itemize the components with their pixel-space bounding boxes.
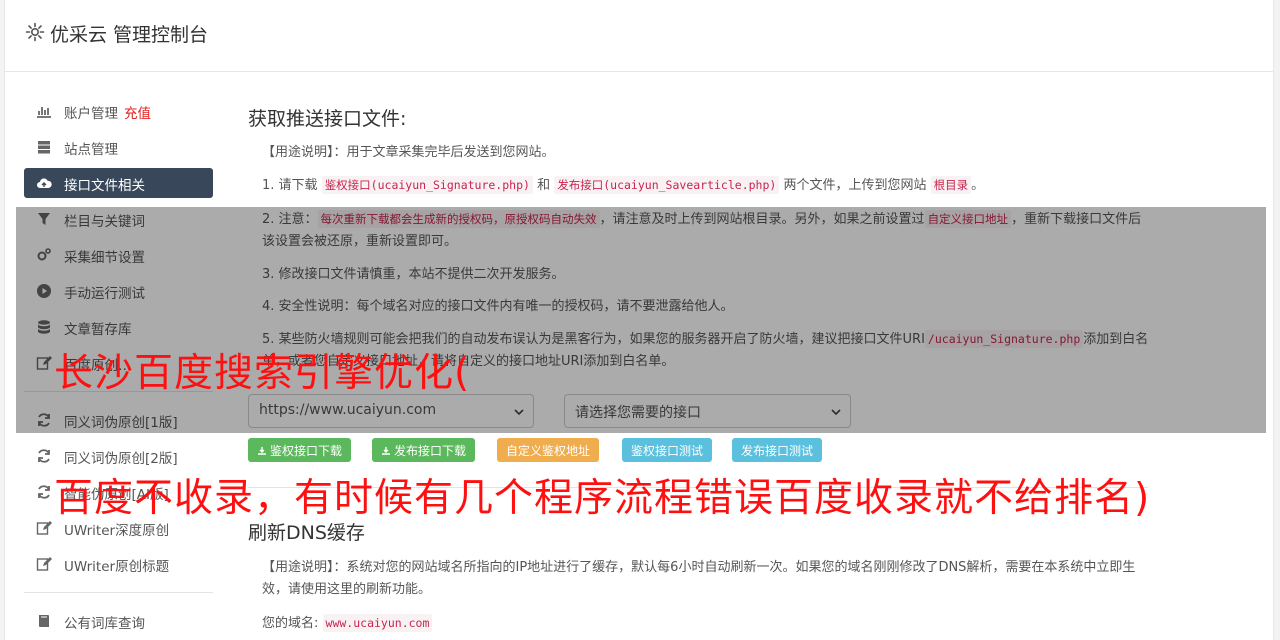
download-icon [382, 447, 390, 455]
sidebar-item-label: 同义词伪原创[2版] [64, 451, 178, 467]
sidebar-item-sites[interactable]: 站点管理 [24, 132, 213, 162]
sidebar-item-public-lexicon[interactable]: 公有词库查询 [24, 606, 213, 636]
test-publish-button[interactable]: 发布接口测试 [732, 438, 823, 462]
button-label: 发布接口下载 [394, 444, 467, 458]
root-dir-code: 根目录 [930, 176, 972, 194]
sidebar-item-label: 同义词伪原创[1版] [64, 415, 178, 431]
database-icon [38, 320, 50, 334]
sidebar-item-label: 账户管理 [64, 106, 118, 122]
step-text: 1. 请下载 [262, 178, 318, 193]
button-label: 自定义鉴权地址 [506, 444, 591, 458]
warning-code: 每次重新下载都会生成新的授权码，原授权码自动失效 [317, 210, 600, 228]
play-circle-icon [37, 284, 51, 298]
dns-usage-note: 【用途说明】：系统对您的网站域名所指向的IP地址进行了缓存，默认每6小时自动刷新… [262, 560, 1136, 597]
download-auth-button[interactable]: 鉴权接口下载 [248, 438, 352, 462]
button-label: 鉴权接口测试 [631, 444, 704, 458]
sidebar-item-label: 文章暂存库 [64, 322, 132, 338]
sidebar-item-label: 栏目与关键词 [64, 214, 145, 230]
step-text: 两个文件，上传到您网站 [783, 178, 927, 193]
sidebar-item-article-storage[interactable]: 文章暂存库 [24, 312, 213, 342]
test-auth-button[interactable]: 鉴权接口测试 [622, 438, 713, 462]
watermark-line-2: 百度不收录，有时候有几个程序流程错误百度收录就不给排名) [54, 476, 1151, 521]
custom-auth-address-button[interactable]: 自定义鉴权地址 [497, 438, 600, 462]
step-4: 4. 安全性说明：每个域名对应的接口文件内有唯一的授权码，请不要泄露给他人。 [262, 299, 734, 314]
sidebar-item-label: 公有词库查询 [64, 616, 145, 632]
signature-uri-code: /ucaiyun_Signature.php [924, 330, 1084, 348]
sidebar-item-label: 接口文件相关 [64, 178, 145, 194]
domain-value: www.ucaiyun.com [322, 614, 433, 632]
site-select-value: https://www.ucaiyun.com [259, 402, 437, 418]
chevron-down-icon [514, 409, 524, 416]
app-title: 优采云 管理控制台 [50, 24, 209, 46]
sidebar-item-manual-run[interactable]: 手动运行测试 [24, 276, 213, 306]
step-text: ，请注意及时上传到网站根目录。另外，如果之前设置过 [599, 212, 925, 227]
download-publish-button[interactable]: 发布接口下载 [372, 438, 476, 462]
button-label: 鉴权接口下载 [270, 444, 343, 458]
cloud-upload-icon [37, 178, 52, 188]
sidebar-item-uwriter-title[interactable]: UWriter原创标题 [24, 549, 213, 579]
gear-icon [25, 22, 45, 42]
interface-select-value: 请选择您需要的接口 [575, 405, 701, 421]
refresh-icon [38, 485, 50, 499]
bar-chart-icon [37, 107, 51, 118]
book-icon [39, 615, 49, 627]
interface-select[interactable]: 请选择您需要的接口 [564, 394, 851, 428]
recharge-link[interactable]: 充值 [124, 106, 151, 122]
step-3: 3. 修改接口文件请慎重，本站不提供二次开发服务。 [262, 267, 565, 282]
custom-url-code: 自定义接口地址 [924, 210, 1012, 228]
cogs-icon [37, 248, 51, 261]
sidebar-item-columns-keywords[interactable]: 栏目与关键词 [24, 204, 213, 234]
sidebar-item-label: 手动运行测试 [64, 286, 145, 302]
section-title-interface: 获取推送接口文件: [248, 108, 407, 130]
sidebar-divider [24, 592, 213, 593]
edit-icon [36, 557, 52, 571]
sidebar-item-account[interactable]: 账户管理 充值 [24, 96, 213, 126]
sidebar-item-collect-settings[interactable]: 采集细节设置 [24, 240, 213, 270]
sidebar-item-label: UWriter原创标题 [64, 559, 170, 575]
domain-line: 您的域名: www.ucaiyun.com [262, 612, 1152, 635]
step-2: 2. 注意： 每次重新下载都会生成新的授权码，原授权码自动失效 ，请注意及时上传到网… [262, 208, 1152, 253]
filter-icon [38, 213, 50, 225]
edit-icon [36, 356, 52, 370]
button-label: 发布接口测试 [741, 444, 814, 458]
sidebar-item-label: 采集细节设置 [64, 250, 145, 266]
refresh-icon [38, 449, 50, 463]
step-text: 2. 注意： [262, 212, 318, 227]
watermark-line-1: 长沙百度搜索引擎优化( [54, 351, 471, 396]
domain-label: 您的域名: [262, 616, 319, 631]
sidebar-item-interface-files[interactable]: 接口文件相关 [24, 168, 213, 198]
sidebar-item-label: 站点管理 [64, 142, 118, 158]
auth-interface-code: 鉴权接口(ucaiyun_Signature.php) [321, 176, 533, 194]
edit-icon [36, 521, 52, 535]
usage-note: 【用途说明】：用于文章采集完毕后发送到您网站。 [262, 145, 555, 160]
download-icon [258, 447, 266, 455]
sidebar-item-synonym-v1[interactable]: 同义词伪原创[1版] [24, 405, 213, 435]
step-text: 。 [971, 178, 985, 193]
step-1: 1. 请下载 鉴权接口(ucaiyun_Signature.php) 和 发布接… [262, 174, 1152, 197]
site-select[interactable]: https://www.ucaiyun.com [248, 394, 534, 428]
refresh-icon [38, 413, 50, 427]
server-icon [38, 141, 50, 154]
publish-interface-code: 发布接口(ucaiyun_Savearticle.php) [554, 176, 780, 194]
chevron-down-icon [831, 409, 841, 416]
step-text: 和 [537, 178, 551, 193]
